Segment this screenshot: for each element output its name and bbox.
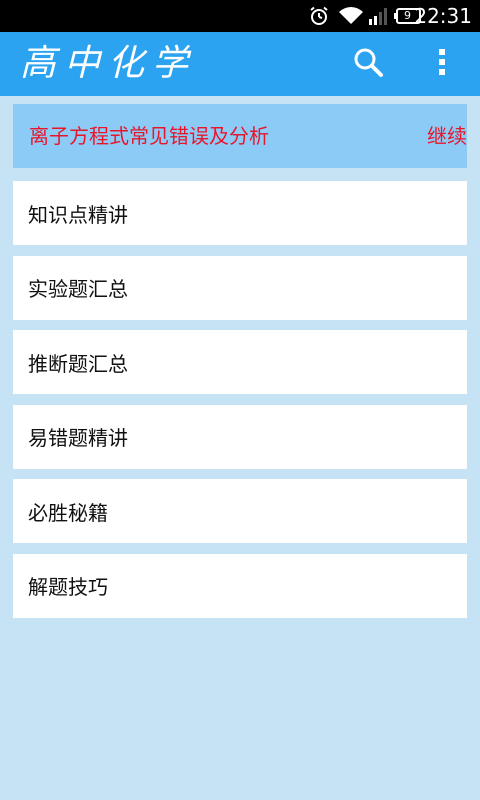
search-button[interactable] [346, 42, 390, 86]
menu-item-label: 解题技巧 [28, 575, 108, 599]
marquee-banner[interactable]: 离子方程式常见错误及分析 继续 [13, 104, 467, 168]
menu-item-techniques[interactable]: 解题技巧 [13, 553, 467, 618]
status-bar: 9 22:31 [0, 0, 480, 32]
app-bar: 高中化学 [0, 32, 480, 96]
status-time: 22:31 [414, 4, 472, 28]
menu-item-label: 必胜秘籍 [28, 500, 108, 525]
menu-item-label: 知识点精讲 [28, 202, 128, 227]
menu-item-label: 实验题汇总 [28, 277, 128, 301]
wifi-icon [338, 6, 364, 26]
menu-item-experiments[interactable]: 实验题汇总 [13, 255, 467, 320]
menu-item-label: 推断题汇总 [28, 351, 128, 376]
overflow-menu-button[interactable] [420, 42, 464, 86]
menu-item-inference[interactable]: 推断题汇总 [13, 330, 467, 394]
menu-item-knowledge[interactable]: 知识点精讲 [13, 181, 467, 245]
menu-list: 知识点精讲 实验题汇总 推断题汇总 易错题精讲 必胜秘籍 解题技巧 [13, 181, 467, 628]
signal-icon [368, 6, 390, 26]
banner-text: 离子方程式常见错误及分析 [29, 124, 269, 148]
menu-item-secrets[interactable]: 必胜秘籍 [13, 479, 467, 543]
battery-level: 9 [404, 9, 411, 22]
alarm-icon [308, 6, 330, 26]
search-icon [352, 46, 384, 82]
overflow-menu-icon [437, 48, 447, 80]
menu-item-mistakes[interactable]: 易错题精讲 [13, 404, 467, 469]
app-title: 高中化学 [20, 43, 197, 84]
banner-trailing-text: 继续 [427, 124, 467, 148]
menu-item-label: 易错题精讲 [28, 426, 128, 450]
